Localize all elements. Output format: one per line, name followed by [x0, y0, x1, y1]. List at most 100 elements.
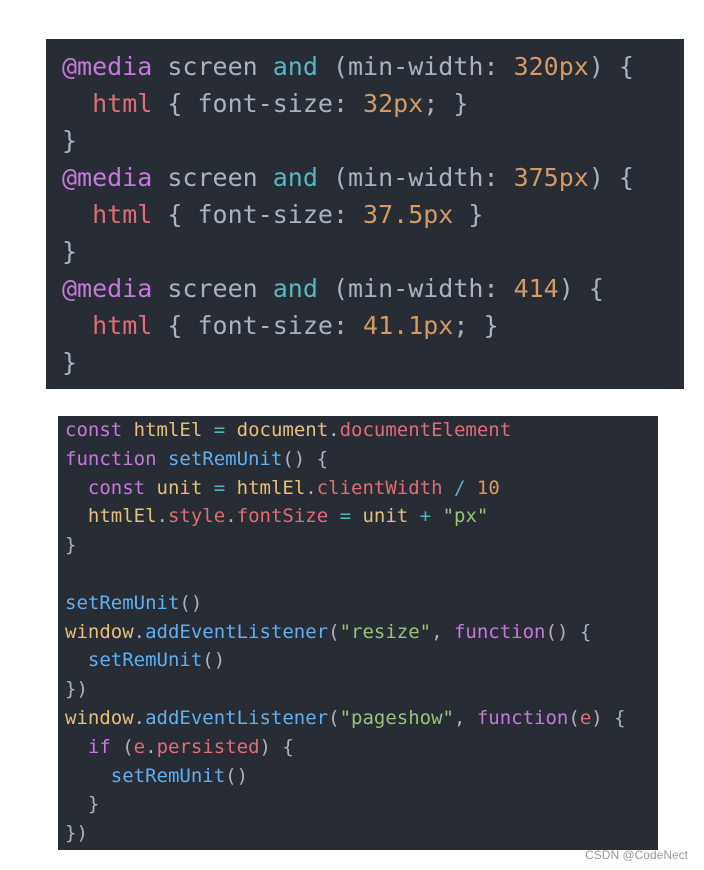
js-code-line: function setRemUnit() { [58, 445, 658, 474]
code-token: persisted [156, 735, 260, 758]
js-code-line: }) [58, 675, 658, 704]
code-token: function [65, 447, 157, 470]
code-token: screen [152, 52, 273, 81]
code-token: fontSize [236, 505, 329, 528]
code-token: @media [62, 52, 153, 81]
code-token: const [87, 476, 146, 499]
css-code-line: @media screen and (min-width: 375px) { [46, 159, 684, 196]
code-token: , [453, 706, 477, 729]
code-token: addEventListener [145, 706, 329, 729]
code-token: window [65, 620, 134, 643]
css-code-line: @media screen and (min-width: 320px) { [46, 48, 684, 85]
code-token: "px" [442, 505, 489, 528]
css-code-panel: @media screen and (min-width: 320px) { h… [46, 39, 684, 389]
code-token: ) { [588, 163, 634, 192]
code-token: ; } [423, 89, 469, 118]
code-token: (min-width: [317, 163, 514, 192]
js-code-line: } [58, 531, 658, 560]
css-code-line: } [46, 344, 684, 381]
js-code-line: setRemUnit() [58, 589, 658, 618]
code-token: addEventListener [145, 620, 329, 643]
code-token: html [92, 200, 153, 229]
code-token: } [62, 126, 78, 155]
css-code-line: html { font-size: 32px; } [46, 85, 684, 122]
code-token: htmlEl [133, 419, 203, 441]
code-token: 320px [513, 52, 589, 81]
code-token: const [65, 419, 123, 441]
code-token: window [65, 706, 134, 729]
code-token: . [225, 505, 237, 528]
js-code-line: setRemUnit() [58, 762, 658, 791]
code-token: + [408, 505, 443, 528]
code-token: } [65, 534, 77, 557]
code-token: 414 [513, 274, 559, 303]
code-token: and [272, 274, 318, 303]
code-token: } [62, 348, 78, 377]
code-token: () { [282, 447, 329, 470]
code-token: . [305, 476, 317, 499]
code-token: screen [152, 163, 273, 192]
code-token: (min-width: [317, 274, 514, 303]
code-token: . [133, 620, 146, 643]
code-token: { font-size: [152, 200, 364, 229]
watermark: CSDN @CodeNect [585, 848, 688, 862]
code-token: (min-width: [317, 52, 514, 81]
js-code-line: const unit = htmlEl.clientWidth / 10 [58, 474, 658, 503]
code-token: . [328, 419, 340, 441]
code-token: () [225, 764, 249, 787]
css-code-line: } [46, 122, 684, 159]
code-token: ) { [591, 706, 626, 729]
code-token: screen [152, 274, 273, 303]
code-token: }) [65, 822, 88, 845]
code-token: () { [545, 620, 592, 643]
code-token: ) { [558, 274, 604, 303]
js-code-line: window.addEventListener("resize", functi… [58, 618, 658, 647]
code-token: and [272, 163, 318, 192]
code-token: ; } [453, 311, 499, 340]
js-code-line: } [58, 790, 658, 819]
js-code-line: htmlEl.style.fontSize = unit + "px" [58, 502, 658, 531]
code-token: } [87, 793, 100, 816]
css-code-line: html { font-size: 37.5px } [46, 196, 684, 233]
code-token: function [476, 706, 569, 729]
code-token: / [442, 476, 477, 499]
code-token: , [431, 620, 454, 643]
code-token: setRemUnit [65, 591, 180, 614]
code-token: . [145, 735, 157, 758]
code-token: htmlEl [236, 476, 306, 499]
code-token: style [167, 505, 226, 528]
js-code-line: setRemUnit() [58, 646, 658, 675]
code-token: ) { [259, 735, 294, 758]
code-token: function [453, 620, 546, 643]
code-token: } [453, 200, 484, 229]
code-token: 41.1px [363, 311, 454, 340]
code-token: setRemUnit [87, 649, 203, 672]
code-token: "resize" [339, 620, 432, 643]
code-token: and [272, 52, 318, 81]
code-token: setRemUnit [110, 764, 226, 787]
code-token: { font-size: [152, 311, 364, 340]
code-token: htmlEl [87, 505, 157, 528]
code-token: } [62, 237, 78, 266]
code-token: document [236, 419, 329, 441]
css-code-line: html { font-size: 41.1px; } [46, 307, 684, 344]
code-token: = [202, 476, 237, 499]
code-token: html [92, 89, 153, 118]
code-token: () [179, 591, 203, 614]
js-code-line: if (e.persisted) { [58, 733, 658, 762]
code-token: 32px [363, 89, 424, 118]
code-token: () [202, 649, 226, 672]
code-token: 37.5px [363, 200, 454, 229]
code-token: e [579, 706, 592, 729]
code-token: . [156, 505, 168, 528]
